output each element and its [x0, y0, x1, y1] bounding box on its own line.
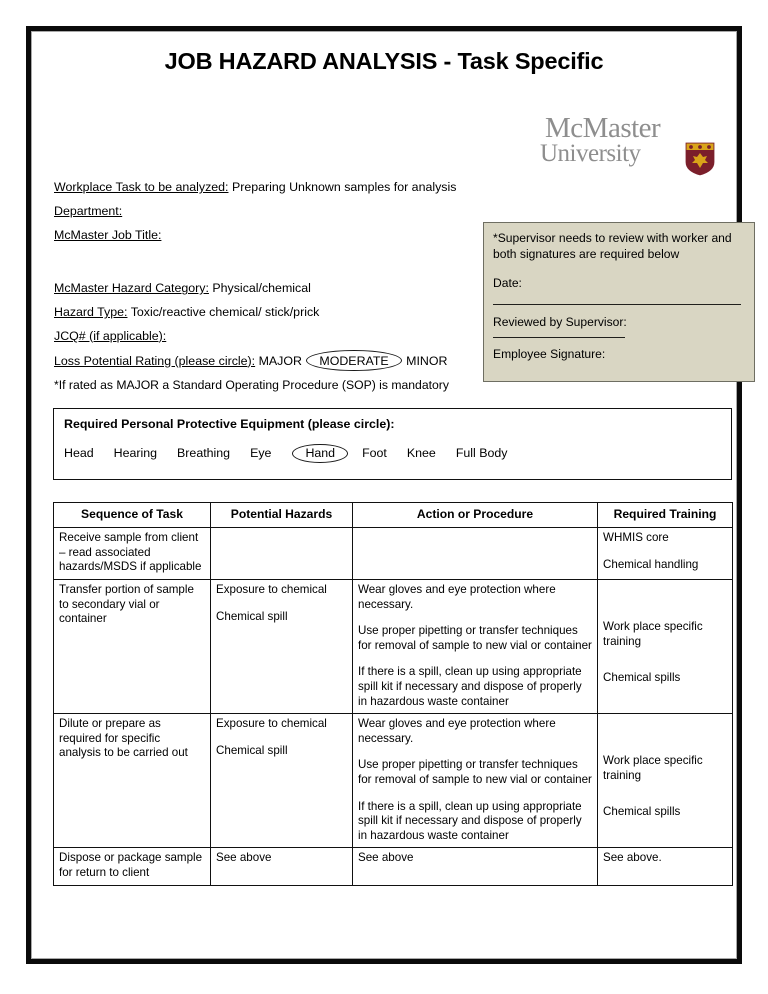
cell-task: Dilute or prepare as required for specif…: [53, 713, 211, 849]
action-item: Wear gloves and eye protection where nec…: [358, 583, 556, 611]
date-label: Date:: [493, 276, 522, 291]
ppe-box: Required Personal Protective Equipment (…: [53, 408, 732, 480]
cell-task: Transfer portion of sample to secondary …: [53, 579, 211, 715]
table-row: Dispose or package sample for return to …: [53, 847, 733, 886]
cell-actions: Wear gloves and eye protection where nec…: [352, 579, 598, 715]
table-row: Dilute or prepare as required for specif…: [53, 713, 733, 849]
document-body: JOB HAZARD ANALYSIS - Task Specific McMa…: [32, 32, 755, 958]
field-department: Department:: [54, 204, 484, 218]
ppe-option-eye[interactable]: Eye: [250, 446, 271, 460]
field-jcq: JCQ# (if applicable):: [54, 329, 484, 343]
column-header-action-or-procedure: Action or Procedure: [352, 501, 598, 529]
hazard-type-value[interactable]: Toxic/reactive chemical/ stick/prick: [131, 305, 320, 319]
form-spacer: [54, 251, 484, 281]
jha-table: Sequence of Task Potential Hazards Actio…: [53, 501, 733, 886]
cell-task: Receive sample from client – read associ…: [53, 527, 211, 581]
document-page-inner-border: JOB HAZARD ANALYSIS - Task Specific McMa…: [31, 31, 755, 959]
training-item: Work place specific training: [603, 620, 703, 648]
field-loss-potential: Loss Potential Rating (please circle): M…: [54, 350, 484, 372]
hazard-type-label: Hazard Type:: [54, 305, 128, 320]
hazard-item: Chemical spill: [216, 743, 288, 757]
ppe-option-full-body[interactable]: Full Body: [456, 446, 508, 460]
sop-note: *If rated as MAJOR a Standard Operating …: [54, 378, 449, 393]
reviewed-by-supervisor-label: Reviewed by Supervisor:: [493, 315, 627, 330]
action-item: Wear gloves and eye protection where nec…: [358, 717, 556, 745]
hazard-category-label: McMaster Hazard Category:: [54, 281, 209, 296]
table-header-row: Sequence of Task Potential Hazards Actio…: [53, 501, 733, 529]
loss-option-major[interactable]: MAJOR: [259, 354, 302, 368]
workplace-task-label: Workplace Task to be analyzed:: [54, 180, 229, 194]
jcq-label: JCQ# (if applicable):: [54, 328, 167, 343]
table-row: Transfer portion of sample to secondary …: [53, 579, 733, 715]
column-header-potential-hazards: Potential Hazards: [210, 501, 353, 529]
training-item: Chemical spills: [603, 805, 681, 819]
loss-option-moderate-selected[interactable]: MODERATE: [306, 350, 403, 372]
training-item: Chemical spills: [603, 671, 681, 685]
training-item: Chemical handling: [603, 557, 699, 571]
action-item: If there is a spill, clean up using appr…: [358, 799, 582, 842]
action-item: Use proper pipetting or transfer techniq…: [358, 624, 592, 652]
hazard-item: Chemical spill: [216, 609, 288, 623]
cell-hazards: Exposure to chemical Chemical spill: [210, 579, 353, 715]
ppe-option-head[interactable]: Head: [64, 446, 94, 460]
field-hazard-type: Hazard Type: Toxic/reactive chemical/ st…: [54, 305, 484, 319]
job-title-label: McMaster Job Title:: [54, 227, 162, 242]
ppe-option-hand-label: Hand: [305, 446, 336, 460]
cell-training: See above.: [597, 847, 733, 886]
field-workplace-task: Workplace Task to be analyzed: Preparing…: [54, 180, 484, 194]
training-item: WHMIS core: [603, 531, 669, 545]
hazard-category-value[interactable]: Physical/chemical: [212, 281, 310, 295]
supervisor-signature-box: *Supervisor needs to review with worker …: [483, 222, 755, 382]
logo-text-mcmaster: McMaster: [545, 112, 661, 144]
cell-training: Work place specific training Chemical sp…: [597, 713, 733, 849]
loss-option-moderate-label: MODERATE: [319, 353, 389, 368]
document-page-frame: JOB HAZARD ANALYSIS - Task Specific McMa…: [26, 26, 755, 964]
supervisor-signature-rule[interactable]: [493, 336, 625, 338]
field-job-title: McMaster Job Title:: [54, 228, 484, 242]
action-item: If there is a spill, clean up using appr…: [358, 665, 582, 708]
cell-task: Dispose or package sample for return to …: [53, 847, 211, 886]
ppe-option-hand-selected[interactable]: Hand: [292, 443, 348, 463]
ppe-option-hearing[interactable]: Hearing: [114, 446, 157, 460]
cell-actions: Wear gloves and eye protection where nec…: [352, 713, 598, 849]
hazard-item: Exposure to chemical: [216, 583, 327, 597]
column-header-required-training: Required Training: [597, 501, 733, 529]
loss-potential-label: Loss Potential Rating (please circle):: [54, 353, 256, 368]
cell-training: Work place specific training Chemical sp…: [597, 579, 733, 715]
ppe-option-knee[interactable]: Knee: [407, 446, 436, 460]
cell-actions: [352, 527, 598, 581]
field-hazard-category: McMaster Hazard Category: Physical/chemi…: [54, 281, 484, 295]
ppe-options: Head Hearing Breathing Eye Hand Foot Knee Full …: [64, 443, 721, 463]
cell-hazards: [210, 527, 353, 581]
action-item: Use proper pipetting or transfer techniq…: [358, 758, 592, 786]
form-fields: Workplace Task to be analyzed: Preparing…: [54, 180, 484, 392]
hazard-item: Exposure to chemical: [216, 717, 327, 731]
page-title: JOB HAZARD ANALYSIS - Task Specific: [164, 48, 604, 74]
column-header-sequence-of-task: Sequence of Task: [53, 501, 211, 529]
department-label: Department:: [54, 203, 123, 218]
employee-signature-label: Employee Signature:: [493, 346, 606, 361]
cell-hazards: Exposure to chemical Chemical spill: [210, 713, 353, 849]
ppe-title: Required Personal Protective Equipment (…: [64, 417, 395, 431]
supervisor-review-note: *Supervisor needs to review with worker …: [493, 231, 732, 261]
training-item: Work place specific training: [603, 754, 703, 782]
cell-actions: See above: [352, 847, 598, 886]
loss-option-minor[interactable]: MINOR: [406, 354, 447, 368]
table-row: Receive sample from client – read associ…: [53, 527, 733, 581]
date-signature-rule[interactable]: [493, 304, 741, 306]
mcmaster-crest-icon: [684, 141, 716, 177]
cell-hazards: See above: [210, 847, 353, 886]
ppe-option-foot[interactable]: Foot: [362, 446, 387, 460]
mcmaster-logo: McMaster University: [532, 112, 722, 177]
workplace-task-value[interactable]: Preparing Unknown samples for analysis: [232, 180, 457, 194]
ppe-option-breathing[interactable]: Breathing: [177, 446, 230, 460]
cell-training: WHMIS core Chemical handling: [597, 527, 733, 581]
